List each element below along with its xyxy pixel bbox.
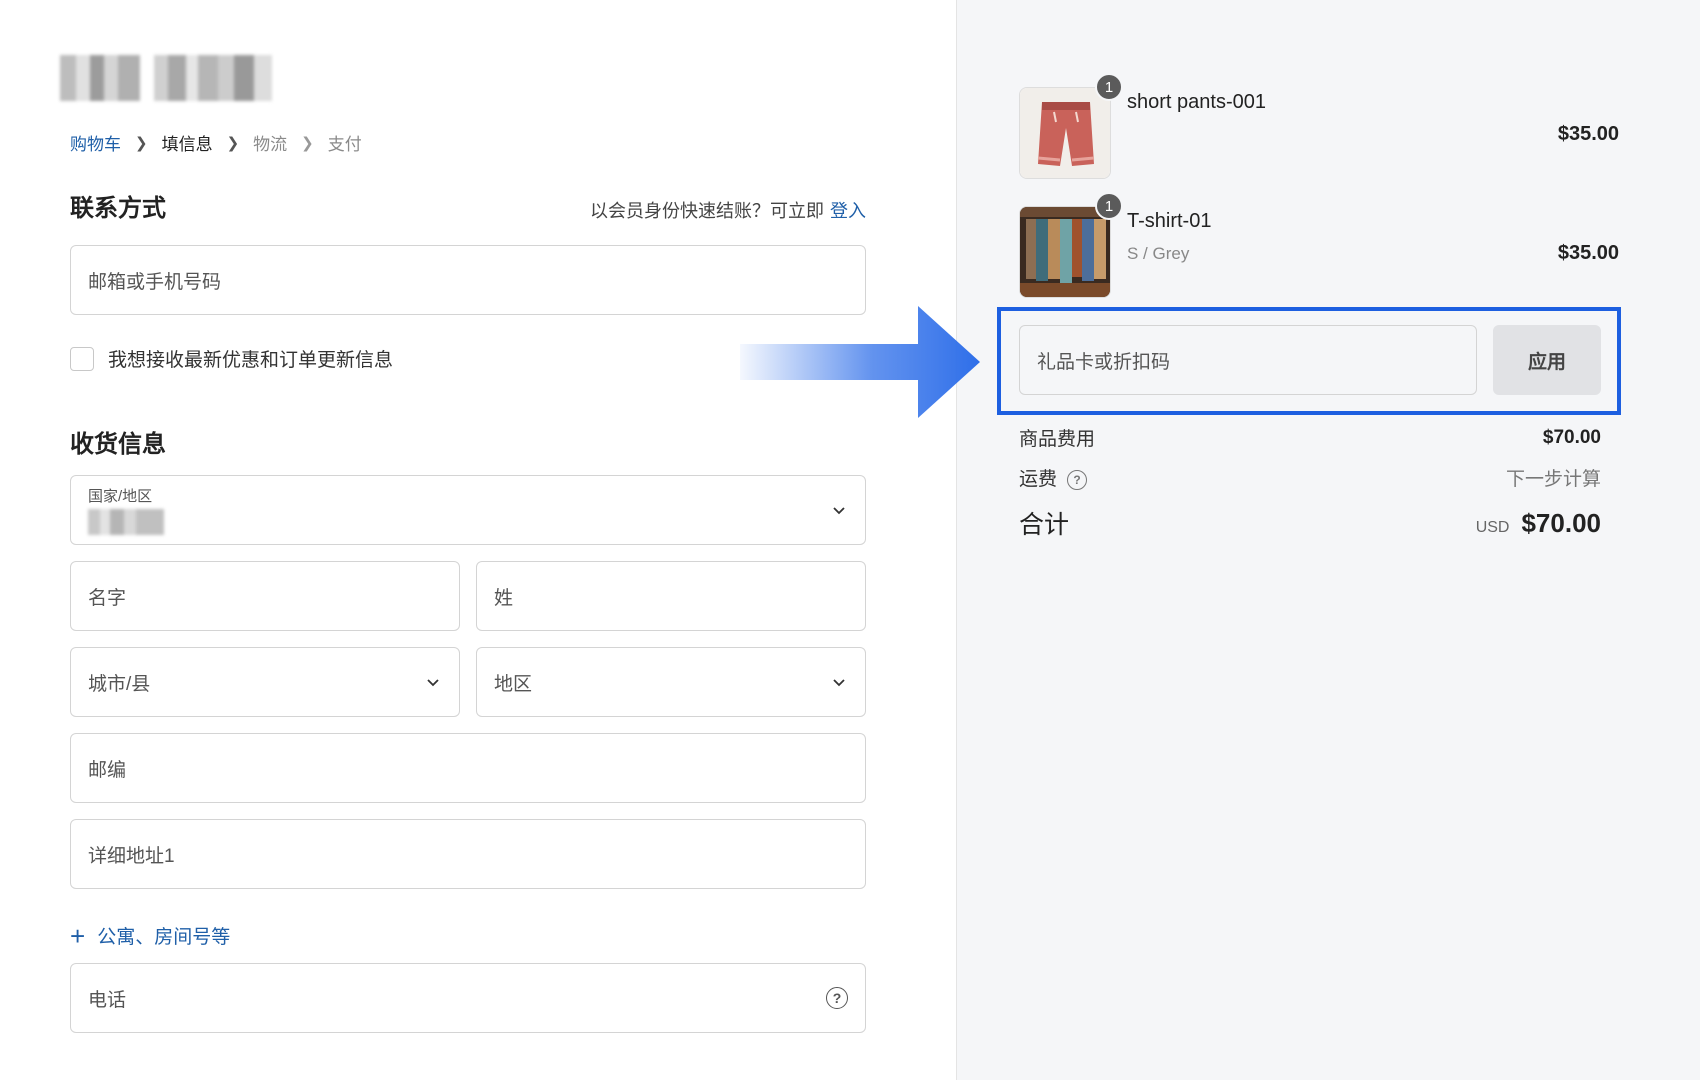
tshirt-image <box>1020 207 1110 297</box>
country-label: 国家/地区 <box>88 488 153 505</box>
cart-item: 1 short pants-001 $35.00 <box>1019 73 1619 179</box>
currency-code: USD <box>1475 518 1510 536</box>
total-row: 合计 USD $70.00 <box>1019 505 1601 541</box>
product-thumbnail <box>1019 206 1111 298</box>
chevron-down-icon <box>833 679 845 687</box>
login-hint-text: 以会员身份快速结账？可立即 <box>590 201 824 221</box>
cart-item: 1 T-shirt-01 S / Grey $35.00 <box>1019 192 1619 298</box>
address1-placeholder: 详细地址1 <box>88 845 175 867</box>
breadcrumb-shipping: 物流 <box>253 135 288 154</box>
chevron-right-icon: ❯ <box>301 134 314 152</box>
product-price: $35.00 <box>1557 242 1619 264</box>
total-value: $70.00 <box>1521 507 1601 538</box>
newsletter-label: 我想接收最新优惠和订单更新信息 <box>108 350 394 371</box>
product-variant: S / Grey <box>1127 244 1190 263</box>
shipping-row: 运费? 下一步计算 <box>1019 464 1601 491</box>
checkout-form-panel: 购物车 ❯ 填信息 ❯ 物流 ❯ 支付 联系方式 以会员身份快速结账？可立即 登入… <box>0 0 956 1080</box>
total-label: 合计 <box>1019 511 1070 539</box>
quantity-badge: 1 <box>1095 192 1123 220</box>
first-name-placeholder: 名字 <box>88 587 127 609</box>
newsletter-option[interactable]: 我想接收最新优惠和订单更新信息 <box>70 345 393 372</box>
breadcrumb-cart[interactable]: 购物车 <box>70 130 121 155</box>
discount-placeholder: 礼品卡或折扣码 <box>1037 351 1171 373</box>
phone-placeholder: 电话 <box>88 989 127 1011</box>
add-apartment-label: 公寓、房间号等 <box>97 927 231 948</box>
product-name: short pants-001 <box>1127 91 1266 113</box>
login-link[interactable]: 登入 <box>830 201 866 221</box>
discount-code-input[interactable]: 礼品卡或折扣码 <box>1019 325 1477 395</box>
region-select[interactable]: 地区 <box>476 647 866 717</box>
city-placeholder: 城市/县 <box>88 673 151 695</box>
chevron-down-icon <box>833 507 845 515</box>
login-hint: 以会员身份快速结账？可立即 登入 <box>590 197 866 223</box>
postal-code-field[interactable]: 邮编 <box>70 733 866 803</box>
phone-field[interactable]: 电话 ? <box>70 963 866 1033</box>
contact-section-title: 联系方式 <box>70 195 166 222</box>
last-name-field[interactable]: 姓 <box>476 561 866 631</box>
email-field[interactable]: 邮箱或手机号码 <box>70 245 866 315</box>
order-summary-panel: 1 short pants-001 $35.00 1 T-shirt-01 S … <box>956 0 1700 1080</box>
store-logo[interactable] <box>60 55 272 101</box>
product-name: T-shirt-01 <box>1127 210 1212 232</box>
city-select[interactable]: 城市/县 <box>70 647 460 717</box>
newsletter-checkbox[interactable] <box>70 346 94 371</box>
last-name-placeholder: 姓 <box>494 587 514 609</box>
add-apartment-link[interactable]: + 公寓、房间号等 <box>70 922 230 949</box>
product-price: $35.00 <box>1557 123 1619 145</box>
subtotal-row: 商品费用 $70.00 <box>1019 424 1601 451</box>
apply-discount-button[interactable]: 应用 <box>1493 325 1601 395</box>
first-name-field[interactable]: 名字 <box>70 561 460 631</box>
region-placeholder: 地区 <box>494 673 533 695</box>
breadcrumb-info: 填信息 <box>161 135 213 154</box>
breadcrumb: 购物车 ❯ 填信息 ❯ 物流 ❯ 支付 <box>70 130 362 155</box>
address-line1-field[interactable]: 详细地址1 <box>70 819 866 889</box>
chevron-right-icon: ❯ <box>226 134 240 152</box>
subtotal-label: 商品费用 <box>1019 429 1096 450</box>
product-thumbnail <box>1019 87 1111 179</box>
shorts-image <box>1020 88 1110 178</box>
country-value <box>88 509 164 535</box>
annotation-arrow-icon <box>740 306 980 418</box>
postal-placeholder: 邮编 <box>88 759 127 781</box>
shipping-section-title: 收货信息 <box>70 431 166 458</box>
shipping-value: 下一步计算 <box>1505 469 1601 490</box>
chevron-right-icon: ❯ <box>135 134 148 152</box>
quantity-badge: 1 <box>1095 73 1123 101</box>
country-select[interactable]: 国家/地区 <box>70 475 866 545</box>
email-placeholder: 邮箱或手机号码 <box>88 271 222 293</box>
shipping-label: 运费 <box>1019 469 1058 490</box>
help-icon[interactable]: ? <box>826 987 848 1009</box>
help-icon[interactable]: ? <box>1067 469 1088 490</box>
chevron-down-icon <box>427 679 439 687</box>
plus-icon: + <box>70 920 86 951</box>
breadcrumb-payment: 支付 <box>327 135 362 154</box>
subtotal-value: $70.00 <box>1542 426 1601 448</box>
